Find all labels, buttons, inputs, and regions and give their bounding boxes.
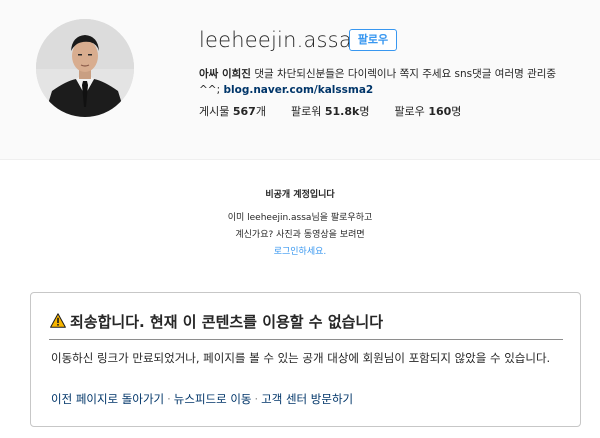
private-title: 비공개 계정입니다 (265, 190, 335, 200)
avatar-photo (36, 19, 134, 117)
divider (49, 339, 563, 340)
warning-icon (50, 313, 66, 328)
profile-header: leeheejin.assa 팔로우 아싸 이희진 댓글 차단되신분들은 다이렉… (0, 0, 600, 160)
error-message: 이동하신 링크가 만료되었거나, 페이지를 볼 수 있는 공개 대상에 회원님이… (51, 351, 551, 365)
stat-posts-unit: 개 (255, 105, 266, 118)
bio-text: 댓글 차단되신분들은 다이렉이나 쪽지 주세요 sns댓글 여러명 관리중 (254, 68, 557, 80)
back-link[interactable]: 이전 페이지로 돌아가기 (51, 392, 164, 406)
error-links: 이전 페이지로 돌아가기 · 뉴스피드로 이동 · 고객 센터 방문하기 (51, 391, 353, 407)
error-title: 죄송합니다. 현재 이 콘텐츠를 이용할 수 없습니다 (70, 313, 384, 331)
stat-posts-value: 567 (232, 105, 256, 118)
bio-link[interactable]: blog.naver.com/kalssma2 (223, 84, 373, 96)
login-link[interactable]: 로그인하세요. (0, 244, 600, 257)
avatar[interactable] (36, 19, 134, 117)
link-separator: · (254, 392, 259, 406)
stat-following-label: 팔로우 (394, 105, 425, 118)
stat-followers-unit: 명 (359, 105, 370, 118)
newsfeed-link[interactable]: 뉴스피드로 이동 (174, 392, 252, 406)
stat-posts-label: 게시물 (199, 105, 230, 118)
stat-followers-label: 팔로워 (290, 105, 322, 118)
bio-line-2: ^^; blog.naver.com/kalssma2 (199, 82, 373, 98)
profile-username: leeheejin.assa (199, 28, 352, 52)
stat-following-value: 160 (428, 105, 452, 118)
bio-prefix: ^^; (199, 84, 224, 96)
stat-posts: 게시물 567개 (199, 103, 266, 119)
stat-following[interactable]: 팔로우 160명 (394, 103, 461, 119)
stat-following-unit: 명 (451, 105, 462, 118)
private-description-line-1: 이미 leeheejin.assa님을 팔로우하고 (227, 213, 373, 223)
stat-followers-value: 51.8k (324, 105, 360, 118)
follow-button[interactable]: 팔로우 (349, 29, 397, 51)
stat-followers[interactable]: 팔로워 51.8k명 (291, 103, 369, 119)
private-description-line-2: 계신가요? 사진과 동영상을 보려면 (235, 230, 365, 240)
profile-bio: 아싸 이희진 댓글 차단되신분들은 다이렉이나 쪽지 주세요 sns댓글 여러명… (199, 66, 599, 82)
link-separator: · (167, 392, 171, 406)
profile-stats: 게시물 567개 팔로워 51.8k명 팔로우 160명 (199, 103, 486, 119)
help-center-link[interactable]: 고객 센터 방문하기 (261, 392, 353, 406)
error-card: 죄송합니다. 현재 이 콘텐츠를 이용할 수 없습니다 이동하신 링크가 만료되… (30, 292, 581, 427)
bio-name: 아싸 이희진 (199, 68, 251, 80)
